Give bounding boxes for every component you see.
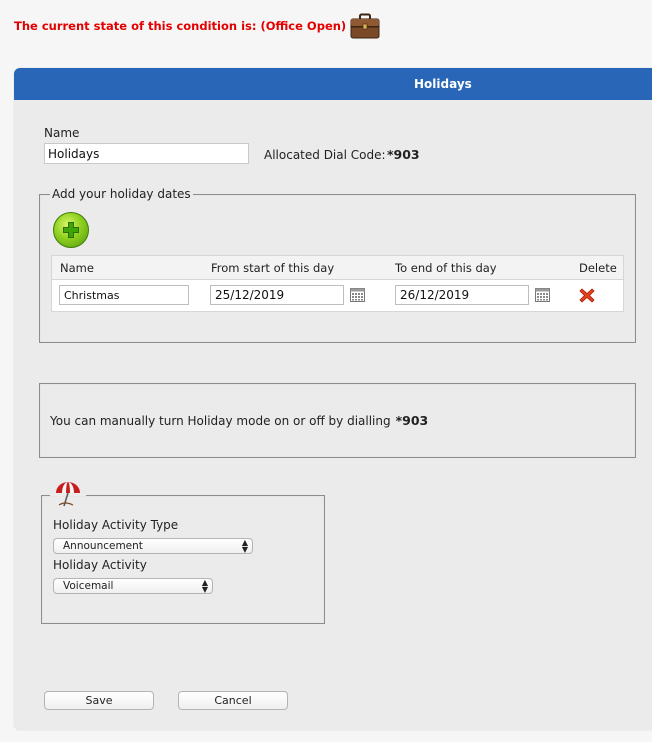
activity-legend bbox=[50, 481, 86, 510]
activity-value: Voicemail bbox=[63, 580, 114, 592]
column-delete: Delete bbox=[579, 260, 617, 275]
holiday-name-input[interactable] bbox=[59, 285, 189, 305]
manual-toggle-code: *903 bbox=[395, 413, 429, 428]
table-header: Name From start of this day To end of th… bbox=[52, 256, 623, 280]
add-plus-icon[interactable] bbox=[53, 212, 89, 248]
dial-code-label: Allocated Dial Code: bbox=[264, 148, 386, 162]
beach-umbrella-icon bbox=[56, 482, 80, 507]
save-button[interactable]: Save bbox=[44, 691, 154, 710]
name-label: Name bbox=[44, 126, 80, 140]
manual-toggle-info: You can manually turn Holiday mode on or… bbox=[39, 383, 636, 458]
briefcase-icon bbox=[350, 13, 380, 39]
select-arrows-icon: ▲ ▼ bbox=[201, 578, 208, 594]
to-date-input[interactable] bbox=[395, 285, 529, 305]
activity-type-value: Announcement bbox=[63, 540, 143, 552]
dial-code-value: *903 bbox=[387, 147, 420, 162]
column-from: From start of this day bbox=[211, 260, 335, 275]
calendar-icon[interactable] bbox=[535, 288, 550, 302]
activity-type-label: Holiday Activity Type bbox=[53, 518, 179, 532]
holiday-dates-legend: Add your holiday dates bbox=[52, 187, 191, 201]
panel-header: Holidays bbox=[14, 68, 652, 100]
activity-select[interactable]: Voicemail ▲ ▼ bbox=[53, 578, 213, 594]
condition-status: The current state of this condition is: … bbox=[14, 13, 380, 39]
manual-toggle-text: You can manually turn Holiday mode on or… bbox=[50, 413, 391, 428]
from-date-input[interactable] bbox=[210, 285, 344, 305]
table-row bbox=[52, 280, 623, 310]
plus-icon bbox=[63, 222, 79, 238]
column-name: Name bbox=[60, 260, 94, 275]
name-input[interactable] bbox=[44, 143, 249, 164]
activity-type-select[interactable]: Announcement ▲ ▼ bbox=[53, 538, 253, 554]
select-arrows-icon: ▲ ▼ bbox=[241, 538, 248, 554]
panel-title: Holidays bbox=[414, 77, 472, 91]
column-to: To end of this day bbox=[395, 260, 497, 275]
holiday-dates-table: Name From start of this day To end of th… bbox=[51, 255, 624, 312]
delete-icon[interactable] bbox=[579, 287, 595, 303]
condition-status-text: The current state of this condition is: … bbox=[14, 19, 347, 33]
holidays-panel: Holidays Name Allocated Dial Code: *903 … bbox=[14, 68, 652, 730]
cancel-button[interactable]: Cancel bbox=[178, 691, 288, 710]
calendar-icon[interactable] bbox=[350, 288, 365, 302]
activity-label: Holiday Activity bbox=[53, 558, 147, 572]
